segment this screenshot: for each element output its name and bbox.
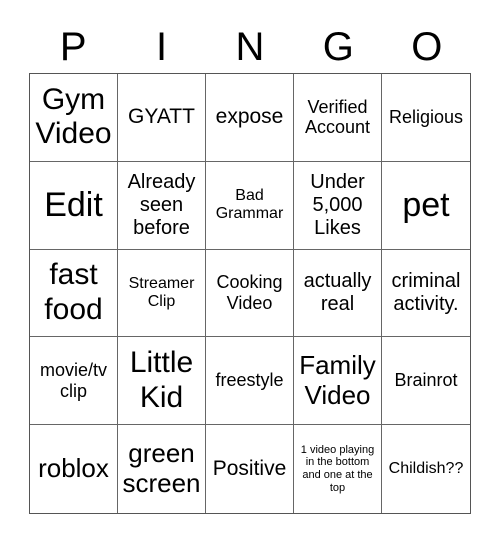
header-letter: P <box>59 25 87 69</box>
bingo-cell[interactable]: Brainrot <box>382 337 470 426</box>
bingo-cell[interactable]: Childish?? <box>382 425 470 513</box>
header-letter: N <box>235 25 265 69</box>
header-letter: I <box>156 25 168 69</box>
bingo-cell[interactable]: Under 5,000 Likes <box>294 161 382 250</box>
bingo-cell[interactable]: Streamer Clip <box>118 249 206 338</box>
bingo-cell[interactable]: Bad Grammar <box>206 161 294 250</box>
bingo-cell[interactable]: pet <box>382 162 470 250</box>
bingo-cell[interactable]: freestyle <box>206 337 294 426</box>
bingo-cell[interactable]: Edit <box>30 161 118 250</box>
bingo-cell[interactable]: criminal activity. <box>382 250 470 338</box>
bingo-cell[interactable]: Already seen before <box>118 161 206 250</box>
bingo-cell[interactable]: expose <box>206 74 294 162</box>
bingo-cell[interactable]: Family Video <box>294 337 382 426</box>
header-letter: G <box>322 25 354 69</box>
bingo-cell[interactable]: fast food <box>30 249 118 338</box>
bingo-cell[interactable]: Cooking Video <box>206 249 294 338</box>
bingo-cell[interactable]: Positive <box>206 425 294 513</box>
bingo-cell[interactable]: 1 video playing in the bottom and one at… <box>294 425 382 513</box>
bingo-cell[interactable]: green screen <box>118 425 206 513</box>
bingo-cell[interactable]: Gym Video <box>30 74 118 162</box>
bingo-header: P I N G O <box>29 22 471 72</box>
bingo-cell[interactable]: actually real <box>294 249 382 338</box>
bingo-cell[interactable]: movie/tv clip <box>30 337 118 426</box>
header-letter: O <box>411 25 443 69</box>
bingo-cell[interactable]: Little Kid <box>118 337 206 426</box>
bingo-cell[interactable]: GYATT <box>118 74 206 162</box>
bingo-cell[interactable]: Religious <box>382 74 470 162</box>
bingo-cell[interactable]: roblox <box>30 425 118 513</box>
bingo-cell[interactable]: Verified Account <box>294 74 382 162</box>
bingo-card: Gym Video GYATT expose Verified Account Reli… <box>29 73 471 514</box>
